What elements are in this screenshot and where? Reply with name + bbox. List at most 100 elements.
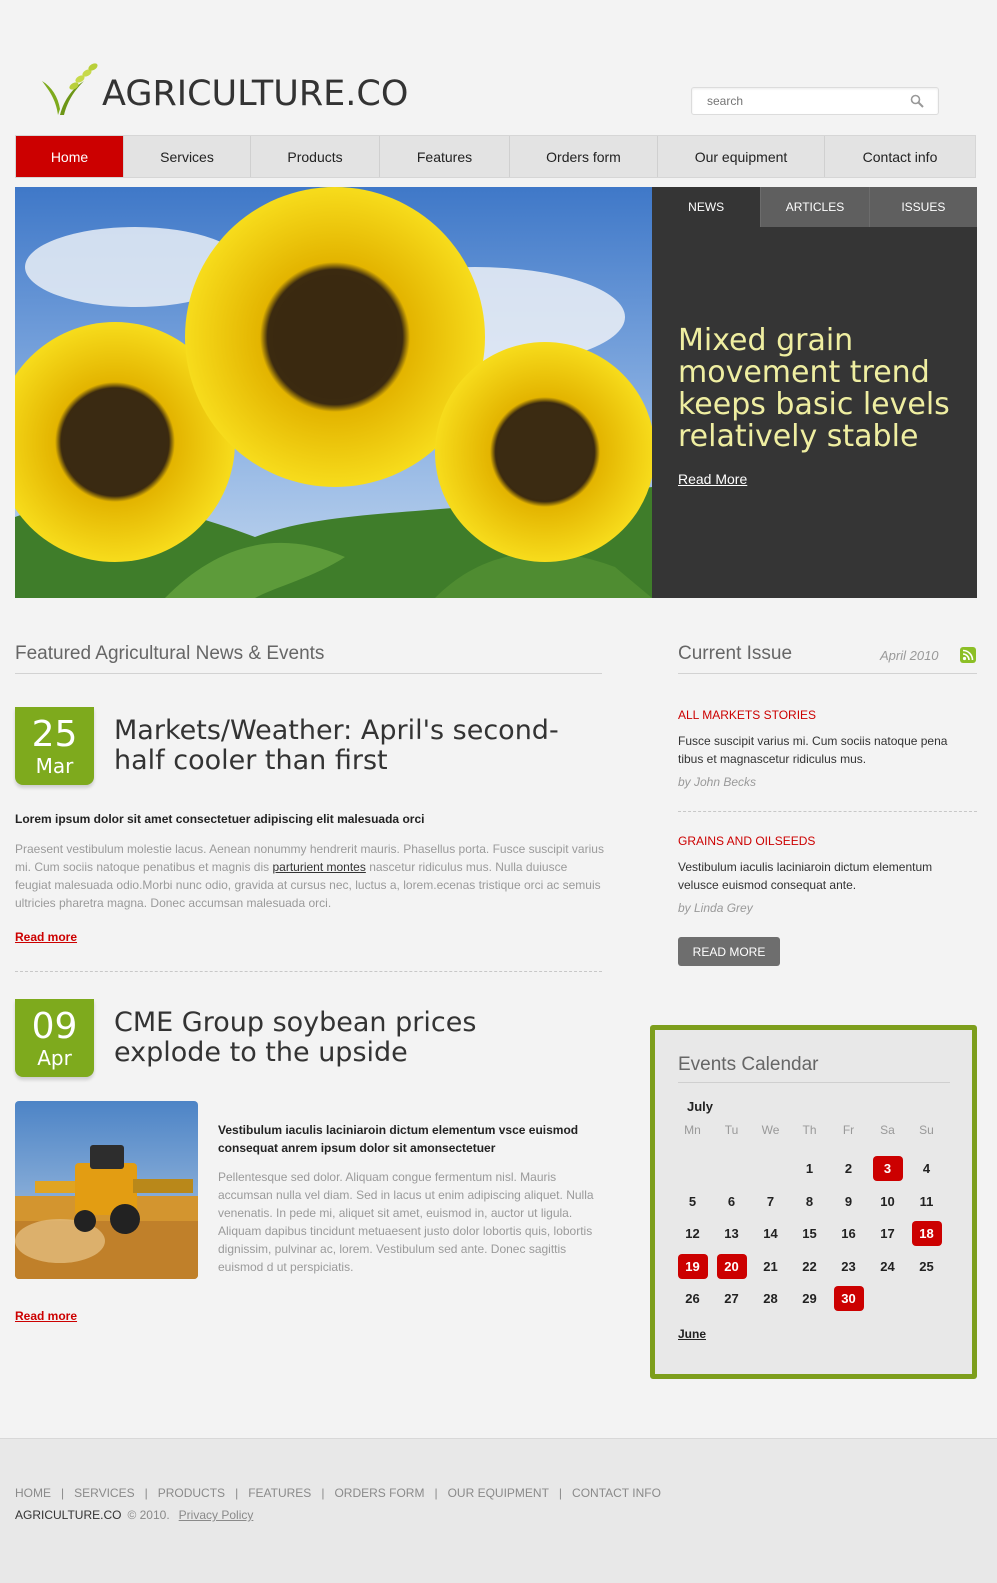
- tab-news[interactable]: NEWS: [652, 187, 761, 227]
- calendar-event-day[interactable]: 20: [712, 1250, 751, 1283]
- issue-date: April 2010: [880, 648, 939, 663]
- harvester-thumbnail: [15, 1101, 198, 1279]
- tab-articles[interactable]: ARTICLES: [760, 187, 869, 227]
- calendar-weekday: We: [761, 1123, 780, 1137]
- calendar-day: 15: [802, 1226, 817, 1242]
- hero-read-more-link[interactable]: Read More: [678, 471, 747, 487]
- calendar-day: 2: [844, 1161, 853, 1177]
- calendar-day: 13: [724, 1226, 739, 1242]
- calendar-day: 24: [880, 1258, 895, 1274]
- privacy-policy-link[interactable]: Privacy Policy: [179, 1508, 254, 1522]
- footer-nav: HOME | SERVICES | PRODUCTS | FEATURES | ORDERS F…: [15, 1486, 661, 1500]
- issue-divider: [678, 673, 977, 674]
- article-read-more-link[interactable]: Read more: [15, 930, 77, 944]
- calendar-event-day[interactable]: 30: [829, 1283, 868, 1316]
- footer-separator: |: [434, 1486, 438, 1500]
- calendar-day: 22: [802, 1258, 817, 1274]
- calendar-day: 26: [685, 1291, 700, 1307]
- footer-separator: |: [61, 1486, 65, 1500]
- tab-issues[interactable]: ISSUES: [868, 187, 977, 227]
- story-text: Fusce suscipit varius mi. Cum sociis nat…: [678, 734, 948, 766]
- footer-copyright: AGRICULTURE.CO © 2010. Privacy Policy: [15, 1508, 253, 1522]
- nav-home[interactable]: Home: [16, 136, 124, 177]
- footer-separator: |: [558, 1486, 563, 1500]
- hero-image-sunflowers: [15, 187, 652, 598]
- calendar-day: 28: [763, 1291, 778, 1307]
- footer-link-products[interactable]: PRODUCTS: [158, 1486, 225, 1500]
- hero-section: NEWS ARTICLES ISSUES Mixed grain movemen…: [15, 187, 977, 598]
- nav-contact-info[interactable]: Contact info: [825, 136, 975, 177]
- leaf-logo-icon: [42, 63, 98, 115]
- site-footer: HOME | SERVICES | PRODUCTS | FEATURES | ORDERS F…: [0, 1438, 997, 1583]
- calendar-day: 5: [688, 1193, 697, 1209]
- calendar-blank: [751, 1153, 790, 1186]
- nav-products[interactable]: Products: [251, 136, 380, 177]
- footer-link-services[interactable]: SERVICES: [74, 1486, 134, 1500]
- calendar-blank: [673, 1153, 712, 1186]
- badge-day: 09: [31, 1006, 78, 1047]
- nav-our-equipment[interactable]: Our equipment: [658, 136, 825, 177]
- date-badge: 09 Apr: [15, 995, 94, 1077]
- calendar-month: July: [687, 1099, 714, 1114]
- footer-link-orders-form[interactable]: ORDERS FORM: [334, 1486, 424, 1500]
- hero-tabs: NEWS ARTICLES ISSUES: [652, 187, 977, 227]
- calendar-weekday: Tu: [724, 1123, 739, 1137]
- calendar-weekday: Th: [802, 1123, 817, 1137]
- footer-link-contact-info[interactable]: CONTACT INFO: [572, 1486, 661, 1500]
- story-heading[interactable]: GRAINS AND OILSEEDS: [678, 834, 815, 848]
- search-icon[interactable]: [910, 94, 924, 108]
- article-lead: Lorem ipsum dolor sit amet consectetuer …: [15, 812, 425, 826]
- main-nav: Home Services Products Features Orders f…: [15, 135, 976, 178]
- calendar-event-day[interactable]: 18: [907, 1218, 946, 1251]
- site-logo[interactable]: AGRICULTURE.CO: [40, 55, 408, 125]
- article-lead: Vestibulum iaculis laciniaroin dictum el…: [218, 1123, 579, 1155]
- calendar-prev-month-link[interactable]: June: [678, 1327, 706, 1341]
- rss-icon[interactable]: [960, 647, 976, 663]
- copyright-text: © 2010.: [127, 1508, 170, 1522]
- calendar-title: Events Calendar: [678, 1054, 819, 1075]
- footer-link-our-equipment[interactable]: OUR EQUIPMENT: [448, 1486, 549, 1500]
- calendar-day: 14: [763, 1226, 778, 1242]
- issue-read-more-button[interactable]: READ MORE: [678, 937, 780, 966]
- article-body: Praesent vestibulum molestie lacus. Aene…: [15, 842, 604, 910]
- nav-services[interactable]: Services: [124, 136, 251, 177]
- date-badge: 25 Mar: [15, 703, 94, 785]
- current-issue-title: Current Issue: [678, 643, 793, 664]
- nav-features[interactable]: Features: [380, 136, 510, 177]
- footer-link-features[interactable]: FEATURES: [248, 1486, 311, 1500]
- article-inline-link[interactable]: parturient montes: [272, 860, 365, 874]
- badge-day: 25: [31, 714, 78, 755]
- article-title[interactable]: CME Group soybean prices explode to the …: [114, 1008, 514, 1068]
- search-input[interactable]: [692, 88, 902, 114]
- article-title[interactable]: Markets/Weather: April's second-half coo…: [114, 716, 584, 776]
- featured-divider: [15, 673, 602, 674]
- hero-headline: Mixed grain movement trend keeps basic l…: [678, 323, 950, 454]
- logo-text: AGRICULTURE.CO: [102, 74, 409, 114]
- calendar-weekday: Su: [919, 1123, 934, 1137]
- calendar-day: 4: [922, 1161, 931, 1177]
- story-byline: by Linda Grey: [678, 901, 753, 915]
- calendar-weekday: Mn: [684, 1123, 701, 1137]
- calendar-event-day[interactable]: 19: [673, 1250, 712, 1283]
- calendar-day: 27: [724, 1291, 739, 1307]
- story-heading[interactable]: ALL MARKETS STORIES: [678, 708, 816, 722]
- badge-month: Apr: [37, 1046, 72, 1070]
- nav-orders-form[interactable]: Orders form: [510, 136, 658, 177]
- calendar-day: 7: [766, 1193, 775, 1209]
- story-byline: by John Becks: [678, 775, 757, 789]
- calendar-event-day[interactable]: 3: [868, 1153, 907, 1186]
- article-divider: [15, 971, 602, 972]
- calendar-day: 9: [844, 1193, 853, 1209]
- calendar-day: 8: [805, 1193, 814, 1209]
- footer-link-home[interactable]: HOME: [15, 1486, 51, 1500]
- calendar-weekday: Fr: [842, 1123, 855, 1137]
- calendar-grid: Mn Tu We Th Fr Sa Su 1 2 3 4 5 6 7 8 9 10 11 12 13 14 15 16 17 1…: [673, 1120, 946, 1315]
- article-read-more-link[interactable]: Read more: [15, 1309, 77, 1323]
- article-body: Pellentesque sed dolor. Aliquam congue f…: [218, 1170, 594, 1274]
- footer-separator: |: [321, 1486, 325, 1500]
- calendar-day: 17: [880, 1226, 895, 1242]
- calendar-day: 1: [805, 1161, 814, 1177]
- story-divider: [678, 811, 977, 812]
- footer-separator: |: [235, 1486, 239, 1500]
- footer-separator: |: [144, 1486, 148, 1500]
